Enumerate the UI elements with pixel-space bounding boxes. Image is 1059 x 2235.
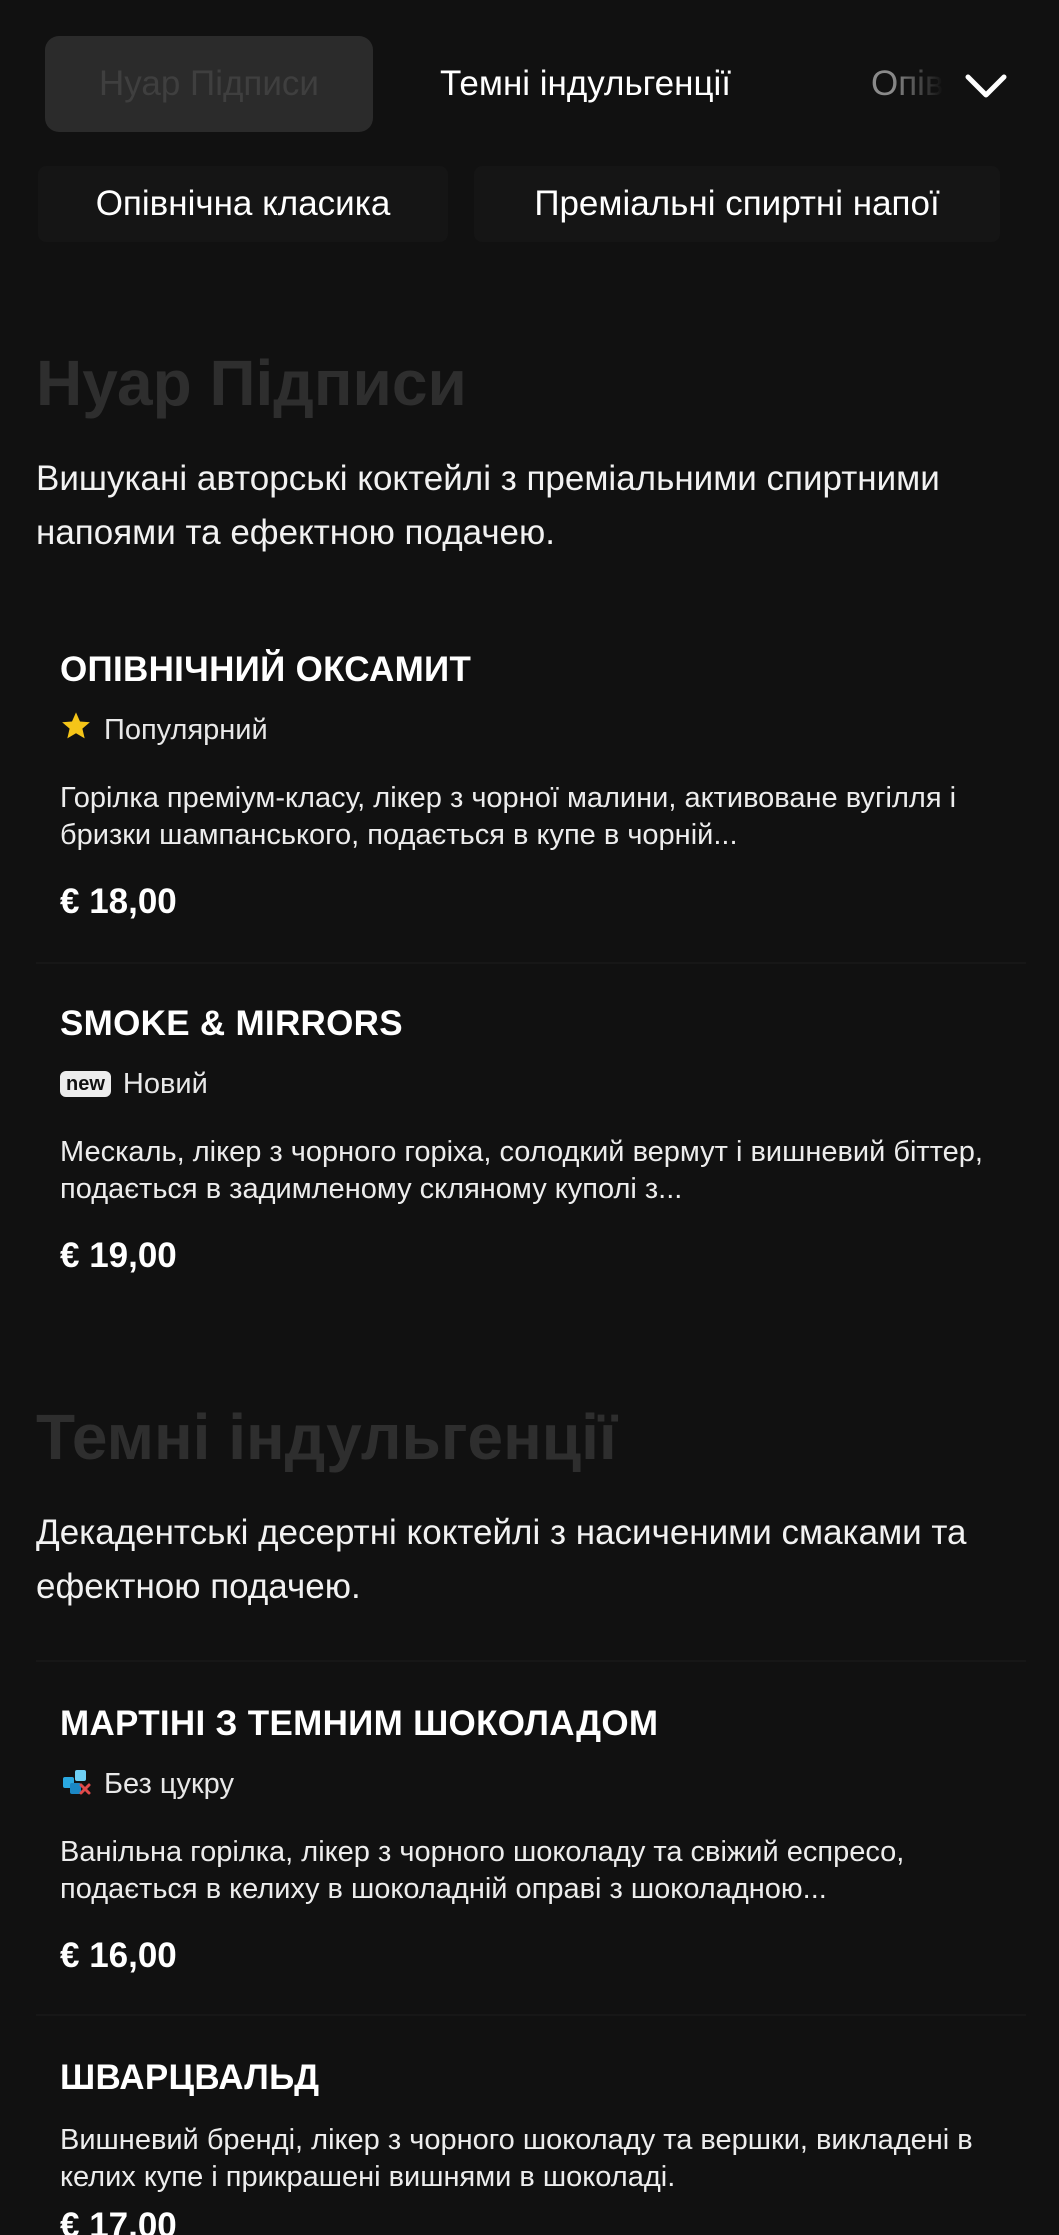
new-badge-icon: new [60, 1071, 111, 1097]
section-description: Вишукані авторські коктейлі з преміальни… [36, 459, 940, 552]
item-name: МАРТІНІ З ТЕМНИМ ШОКОЛАДОМ [60, 1704, 659, 1743]
item-name: ОПІВНІЧНИЙ ОКСАМИТ [60, 650, 472, 689]
badge-label: Новий [122, 1067, 208, 1100]
menu-item[interactable]: ОПІВНІЧНИЙ ОКСАМИТ Популярний Горілка пр… [36, 620, 1026, 950]
item-description: Мескаль, лікер з чорного горіха, солодки… [60, 1136, 983, 1205]
item-description: Горілка преміум-класу, лікер з чорної ма… [60, 782, 957, 851]
category-chip-midnight-classics[interactable]: Опівнічна класика [38, 166, 448, 242]
item-price: € 16,00 [60, 1936, 177, 1975]
item-name: SMOKE & MIRRORS [60, 1004, 403, 1043]
section-description: Декадентські десертні коктейлі з насичен… [36, 1513, 967, 1606]
tab-noir-signatures[interactable]: Нуар Підписи [45, 36, 373, 132]
item-price: € 19,00 [60, 1236, 177, 1275]
item-description: Вишневий бренді, лікер з чорного шоколад… [60, 2124, 973, 2193]
divider [36, 2014, 1026, 2016]
tab-dark-indulgences[interactable]: Темні індульгенції [440, 36, 731, 132]
menu-item[interactable]: МАРТІНІ З ТЕМНИМ ШОКОЛАДОМ Без цукру Ван… [36, 1674, 1026, 2004]
sugar-free-icon [60, 1764, 92, 1804]
category-nav: Нуар Підписи Темні індульгенції Опівнічн… [0, 0, 1059, 160]
badge-label: Без цукру [104, 1767, 234, 1800]
category-chip-premium-spirits[interactable]: Преміальні спиртні напої [474, 166, 1000, 242]
divider [36, 1660, 1026, 1662]
section-title: Темні індульгенції [36, 1401, 617, 1473]
badge-label: Популярний [104, 713, 268, 746]
chevron-down-icon[interactable] [960, 60, 1012, 112]
item-price: € 18,00 [60, 882, 177, 921]
star-icon [60, 710, 92, 750]
item-badge: Популярний [60, 712, 268, 748]
item-description: Ванільна горілка, лікер з чорного шокола… [60, 1836, 905, 1905]
item-name: ШВАРЦВАЛЬД [60, 2058, 320, 2097]
tab-midnight-classics[interactable]: Опівнічна класика [871, 36, 943, 132]
item-badge: Без цукру [60, 1766, 234, 1802]
item-price: € 17,00 [60, 2206, 177, 2235]
divider [36, 962, 1026, 964]
menu-item[interactable]: SMOKE & MIRRORS new Новий Мескаль, лікер… [36, 974, 1026, 1304]
section-title: Нуар Підписи [36, 347, 467, 419]
menu-item[interactable]: ШВАРЦВАЛЬД Вишневий бренді, лікер з чорн… [36, 2028, 1026, 2235]
item-badge: new Новий [60, 1066, 208, 1102]
